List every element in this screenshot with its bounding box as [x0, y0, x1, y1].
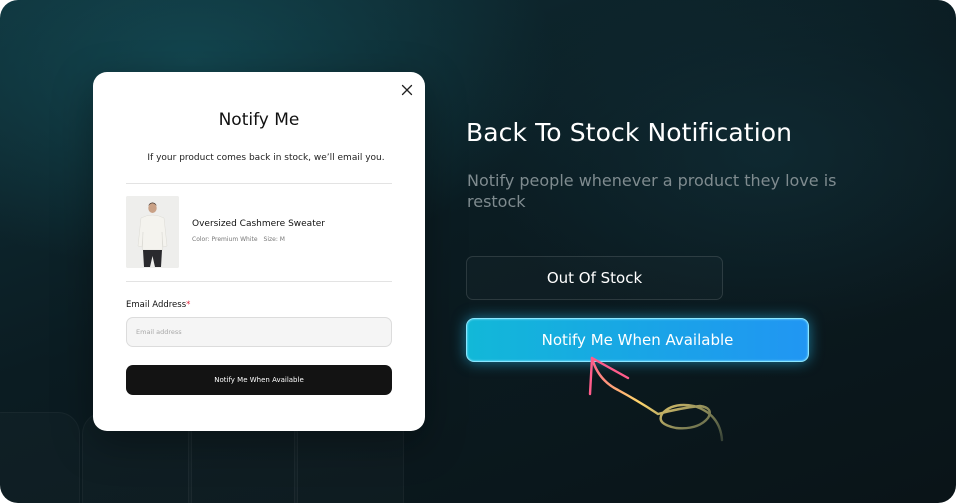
- modal-subtitle: If your product comes back in stock, we’…: [147, 153, 385, 163]
- modal-notify-button[interactable]: Notify Me When Available: [126, 365, 392, 395]
- close-icon[interactable]: [399, 82, 415, 98]
- divider: [126, 281, 392, 282]
- showcase-canvas: Notify Me If your product comes back in …: [0, 0, 956, 503]
- curly-arrow-icon: [588, 356, 724, 442]
- product-size: Size: M: [263, 236, 285, 243]
- product-name: Oversized Cashmere Sweater: [192, 219, 325, 229]
- notify-me-modal: Notify Me If your product comes back in …: [93, 72, 425, 431]
- divider: [126, 183, 392, 184]
- product-image: [126, 196, 179, 268]
- background-tile: [0, 412, 80, 503]
- email-label: Email Address*: [126, 300, 190, 310]
- hero-title: Back To Stock Notification: [466, 118, 793, 147]
- product-color: Color: Premium White: [192, 236, 258, 243]
- modal-title: Notify Me: [218, 110, 300, 130]
- hero-subtitle: Notify people whenever a product they lo…: [467, 171, 837, 211]
- email-field[interactable]: [126, 317, 392, 347]
- required-mark: *: [186, 300, 191, 310]
- out-of-stock-button[interactable]: Out Of Stock: [466, 256, 723, 300]
- product-meta: Color: Premium White Size: M: [192, 236, 285, 243]
- email-label-text: Email Address: [126, 300, 187, 310]
